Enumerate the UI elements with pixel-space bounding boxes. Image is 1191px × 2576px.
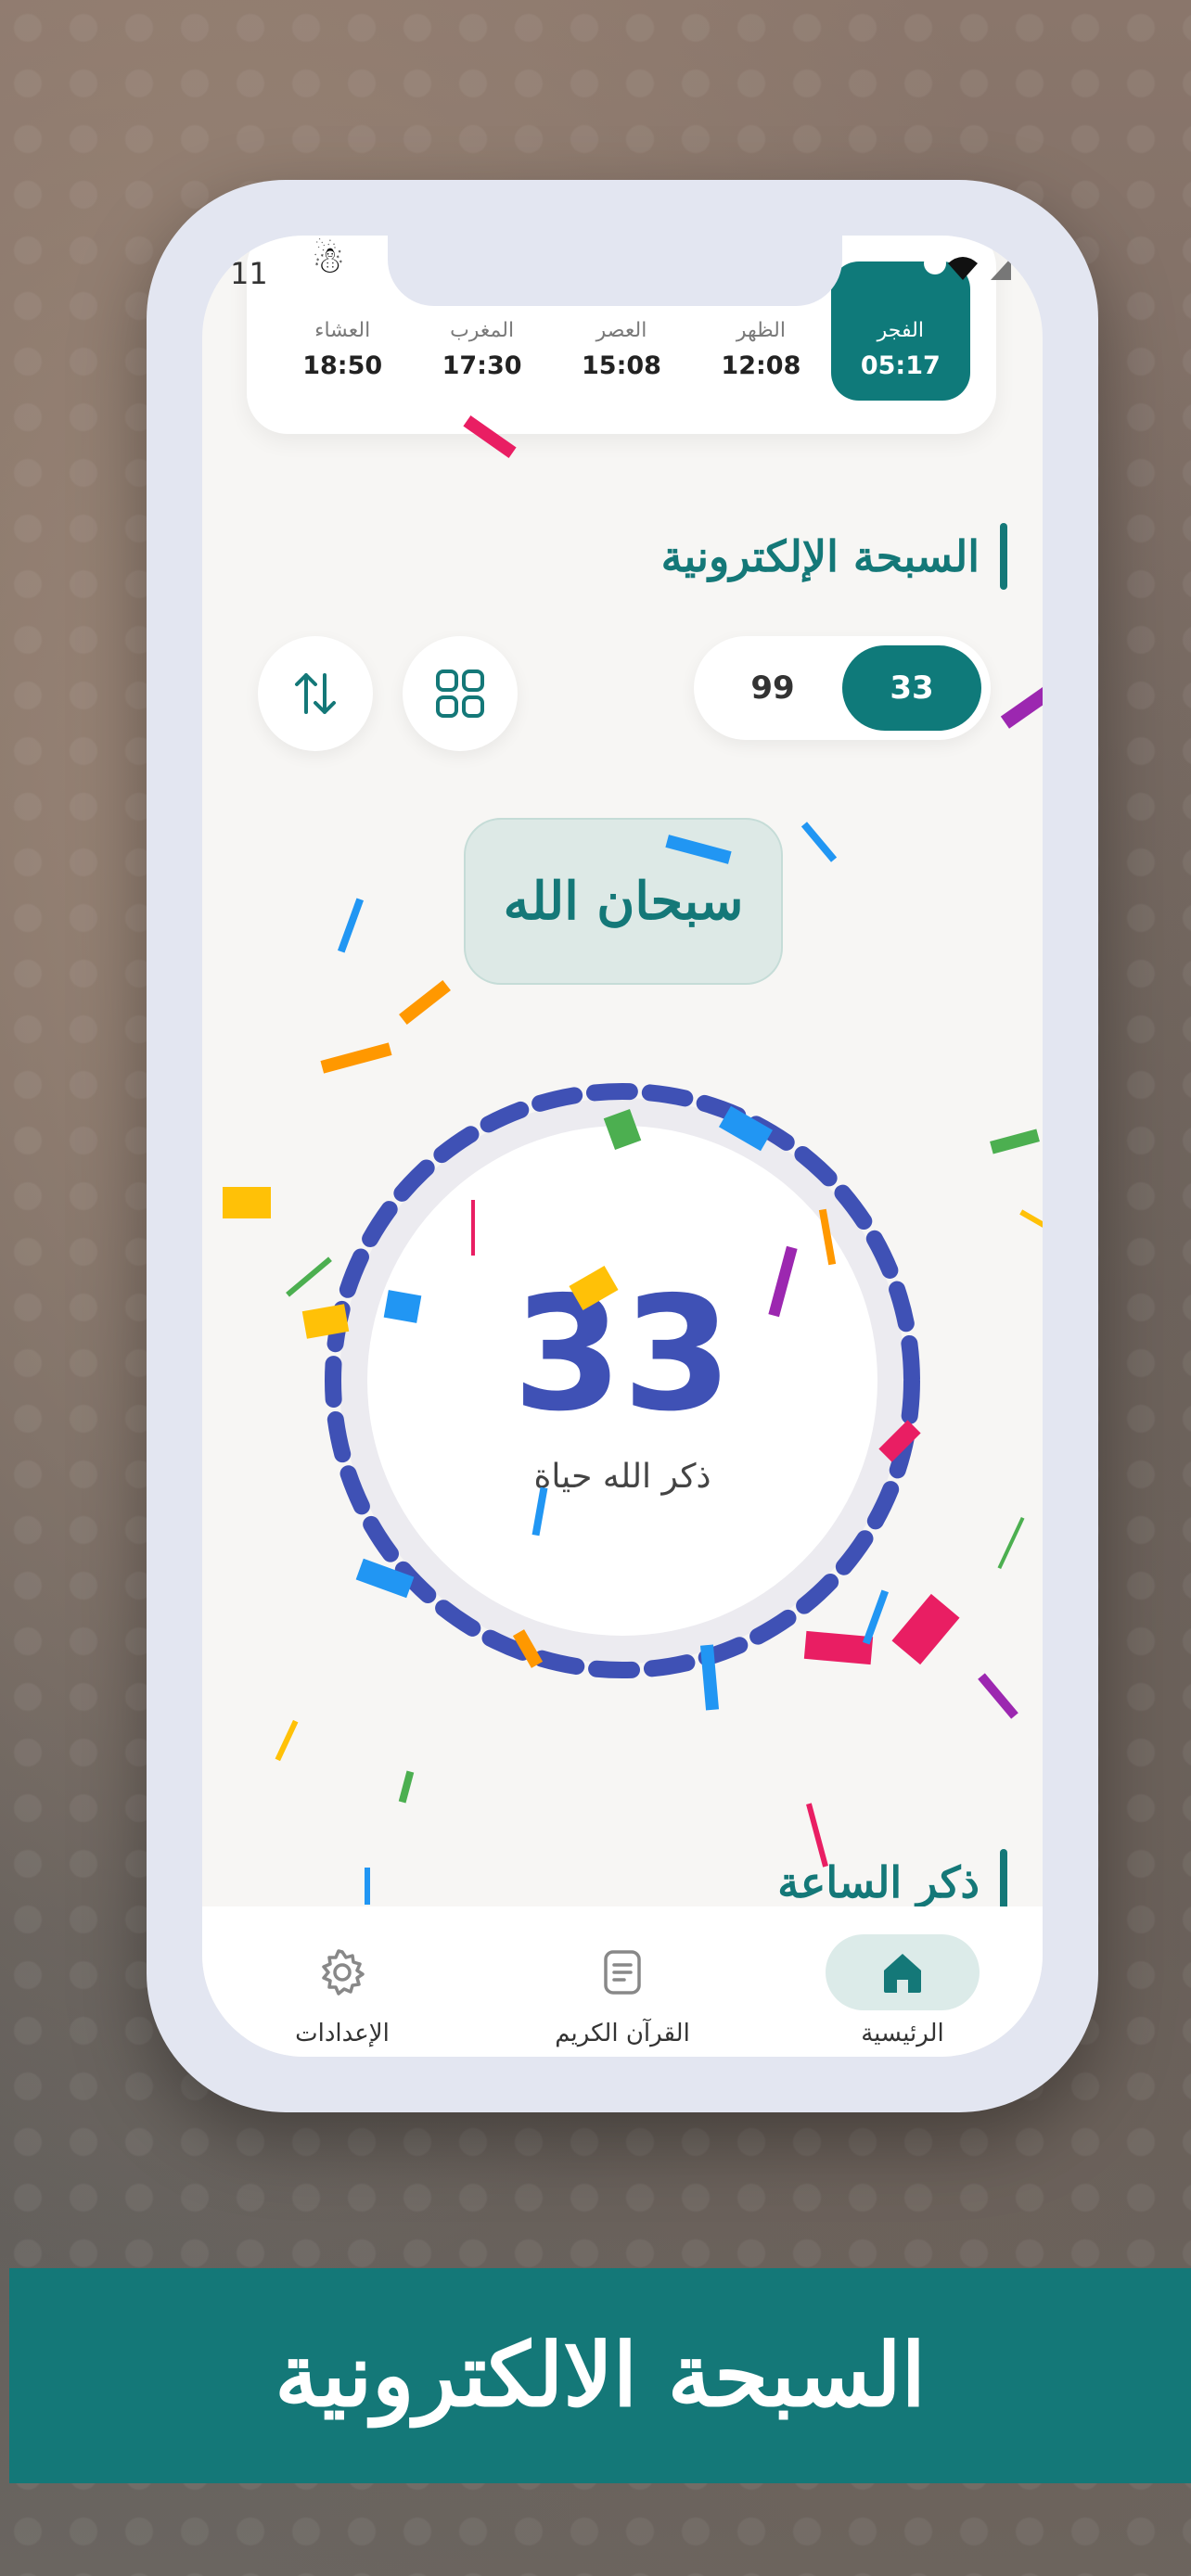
current-dhikr-card[interactable]: سبحان الله	[464, 818, 783, 985]
swap-arrows-icon	[295, 673, 336, 714]
counter-caption: ذكر الله حياة	[533, 1457, 711, 1496]
nav-label: القرآن الكريم	[555, 2020, 690, 2047]
count-option-33[interactable]: 33	[842, 645, 981, 731]
nav-settings[interactable]: الإعدادات	[231, 1934, 454, 2047]
nav-icon-container	[826, 1934, 980, 2010]
banner-title: السبحة الالكترونية	[275, 2325, 926, 2427]
prayer-time: 18:50	[302, 351, 383, 380]
bottom-navigation: الرئيسية القرآن الكريم الإعدادات	[202, 1906, 1043, 2057]
phone-frame: 11 ☃ الفجر 05:17 الظهر 12:08 العصر 15:08	[147, 180, 1098, 2112]
reset-sort-button[interactable]	[258, 636, 373, 751]
tasbih-counter-button[interactable]: 33 ذكر الله حياة	[367, 1126, 877, 1636]
prayer-time: 12:08	[721, 351, 801, 380]
nav-label: الإعدادات	[295, 2020, 390, 2047]
home-icon	[884, 1954, 921, 1993]
phone-notch	[388, 236, 842, 306]
prayer-isha[interactable]: العشاء 18:50	[273, 261, 412, 401]
title-accent-bar	[1000, 523, 1007, 590]
count-toggle[interactable]: 33 99	[694, 636, 991, 740]
nav-icon-container	[545, 1934, 699, 2010]
app-screen: 11 ☃ الفجر 05:17 الظهر 12:08 العصر 15:08	[202, 236, 1043, 2057]
nav-label: الرئيسية	[861, 2020, 944, 2047]
document-icon	[604, 1950, 641, 1995]
prayer-time: 05:17	[860, 351, 941, 380]
prayer-time: 17:30	[442, 351, 522, 380]
count-option-99[interactable]: 99	[703, 645, 842, 731]
current-dhikr-text: سبحان الله	[503, 871, 744, 932]
notification-icon: ☃	[312, 239, 345, 282]
section-title-text: السبحة الإلكترونية	[660, 531, 980, 581]
dhikr-list-button[interactable]	[403, 636, 518, 751]
prayer-time: 15:08	[582, 351, 661, 380]
status-time: 11	[230, 256, 268, 291]
nav-icon-container	[265, 1934, 419, 2010]
prayer-name: الظهر	[736, 319, 786, 342]
prayer-name: العصر	[596, 319, 647, 342]
grid-icon	[436, 670, 484, 718]
counter-value: 33	[512, 1262, 733, 1447]
status-icons	[922, 249, 1024, 294]
prayer-name: العشاء	[314, 319, 371, 342]
prayer-name: المغرب	[450, 319, 515, 342]
signal-wifi-icon	[924, 252, 1011, 280]
promo-banner: السبحة الالكترونية	[9, 2268, 1191, 2483]
tasbih-section-title: السبحة الإلكترونية	[661, 523, 1007, 590]
gear-icon	[322, 1949, 365, 1996]
nav-quran[interactable]: القرآن الكريم	[511, 1934, 734, 2047]
prayer-name: الفجر	[877, 319, 924, 342]
nav-home[interactable]: الرئيسية	[791, 1934, 1014, 2047]
section-title-text: ذكر الساعة	[777, 1857, 980, 1907]
